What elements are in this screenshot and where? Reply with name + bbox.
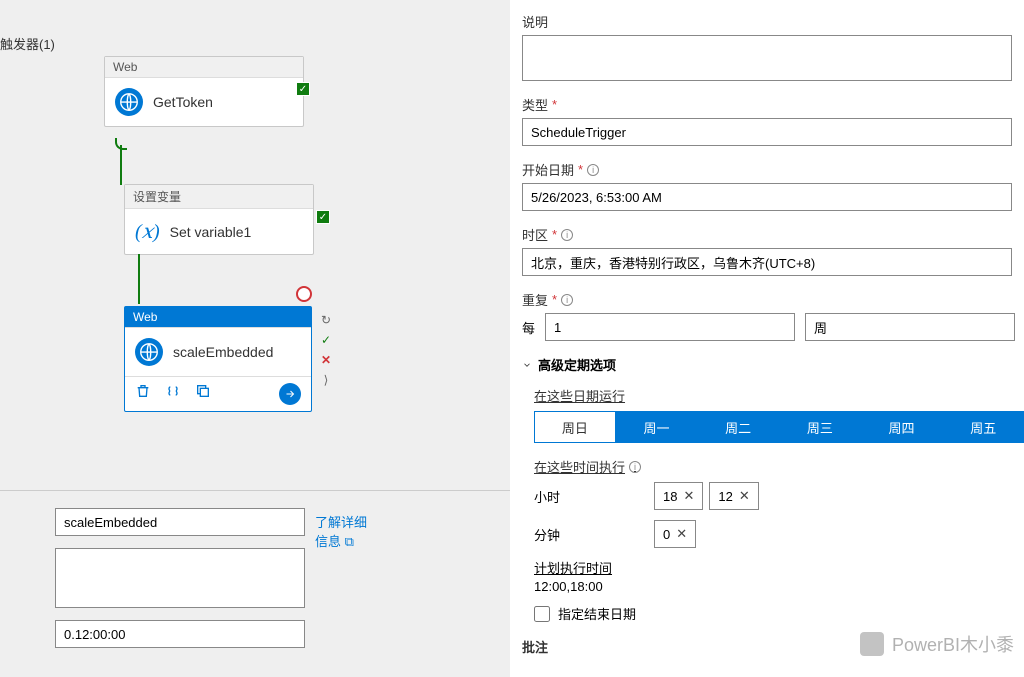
- divider: [0, 490, 510, 491]
- repeat-label: 重复 * i: [522, 290, 1024, 309]
- startdate-input[interactable]: [522, 183, 1012, 211]
- end-date-label: 指定结束日期: [558, 604, 636, 623]
- delete-icon[interactable]: [135, 383, 151, 399]
- run-on-days-label: 在这些日期运行: [534, 386, 1024, 405]
- learn-more-link[interactable]: 了解详细信息 ⧉: [315, 512, 375, 550]
- info-icon[interactable]: i: [629, 461, 641, 473]
- day-tab-wed[interactable]: 周三: [779, 411, 861, 443]
- chevron-down-icon: [522, 360, 532, 370]
- remove-icon[interactable]: ✕: [676, 526, 687, 542]
- time-input[interactable]: [55, 620, 305, 648]
- node-header: Web: [105, 57, 303, 78]
- node-title: scaleEmbedded: [173, 344, 273, 360]
- node-toolbar: [125, 376, 311, 411]
- x-icon[interactable]: ✕: [318, 352, 334, 368]
- plan-label: 计划执行时间: [534, 558, 1024, 577]
- every-label: 每: [522, 318, 535, 337]
- day-tab-fri[interactable]: 周五: [942, 411, 1024, 443]
- check-icon: ✓: [296, 82, 310, 96]
- run-on-times-label: 在这些时间执行 i: [534, 457, 1024, 476]
- variable-icon: (𝑥): [135, 219, 160, 244]
- run-icon[interactable]: [279, 383, 301, 405]
- remove-icon[interactable]: ✕: [683, 488, 694, 504]
- refresh-icon[interactable]: ↻: [318, 312, 334, 328]
- description-input[interactable]: [522, 35, 1012, 81]
- connector-corner: [115, 138, 127, 150]
- node-gettoken[interactable]: Web GetToken: [104, 56, 304, 127]
- node-header: Web: [125, 307, 311, 328]
- plan-value: 12:00,18:00: [534, 579, 1024, 594]
- plan-time: 计划执行时间 12:00,18:00: [534, 558, 1024, 594]
- wechat-icon: [860, 632, 884, 656]
- day-tab-tue[interactable]: 周二: [697, 411, 779, 443]
- minute-chip[interactable]: 0✕: [654, 520, 696, 548]
- description-textarea[interactable]: [55, 548, 305, 608]
- day-tab-mon[interactable]: 周一: [616, 411, 698, 443]
- timezone-label: 时区 * i: [522, 225, 1024, 244]
- day-selector: 周日 周一 周二 周三 周四 周五: [534, 411, 1024, 443]
- copy-icon[interactable]: [195, 383, 211, 399]
- check-icon: ✓: [318, 332, 334, 348]
- info-icon[interactable]: i: [561, 294, 573, 306]
- node-side-icons: ↻ ✓ ✕ ⟩: [318, 312, 334, 388]
- node-title: GetToken: [153, 94, 213, 110]
- external-link-icon: ⧉: [345, 534, 354, 549]
- connector: [138, 254, 140, 304]
- globe-icon: [115, 88, 143, 116]
- node-setvariable[interactable]: 设置变量 (𝑥) Set variable1: [124, 184, 314, 255]
- info-icon[interactable]: i: [561, 229, 573, 241]
- name-input[interactable]: [55, 508, 305, 536]
- timezone-input[interactable]: [522, 248, 1012, 276]
- end-date-checkbox[interactable]: [534, 606, 550, 622]
- globe-icon: [135, 338, 163, 366]
- type-label: 类型 *: [522, 95, 1024, 114]
- day-tab-thu[interactable]: 周四: [861, 411, 943, 443]
- properties-panel: 了解详细信息 ⧉: [55, 508, 375, 660]
- repeat-unit-input[interactable]: [805, 313, 1015, 341]
- remove-icon[interactable]: ✕: [739, 488, 750, 504]
- repeat-number-input[interactable]: [545, 313, 795, 341]
- day-tab-sun[interactable]: 周日: [534, 411, 616, 443]
- code-icon[interactable]: [165, 383, 181, 399]
- node-header: 设置变量: [125, 185, 313, 209]
- hour-chip[interactable]: 12✕: [709, 482, 758, 510]
- skip-icon[interactable]: ⟩: [318, 372, 334, 388]
- description-label: 说明: [522, 12, 1024, 31]
- node-title: Set variable1: [170, 224, 252, 240]
- type-input[interactable]: [522, 118, 1012, 146]
- watermark: PowerBI木小黍: [860, 631, 1014, 657]
- info-icon[interactable]: i: [587, 164, 599, 176]
- trigger-config-pane: 说明 类型 * 开始日期 * i 时区 * i 重复 * i 每 高级定期选项 …: [510, 0, 1024, 677]
- hour-chip[interactable]: 18✕: [654, 482, 703, 510]
- minutes-label: 分钟: [534, 525, 654, 544]
- node-scaleembedded[interactable]: Web scaleEmbedded: [124, 306, 312, 412]
- startdate-label: 开始日期 * i: [522, 160, 1024, 179]
- advanced-toggle[interactable]: 高级定期选项: [522, 355, 1024, 374]
- check-icon: ✓: [316, 210, 330, 224]
- connector: [120, 145, 122, 185]
- error-icon: [296, 286, 312, 302]
- hours-label: 小时: [534, 487, 654, 506]
- trigger-count[interactable]: 触发器(1): [0, 34, 55, 53]
- canvas-pane: 触发器(1) Web GetToken ✓ 设置变量 (𝑥) Set varia…: [0, 0, 510, 677]
